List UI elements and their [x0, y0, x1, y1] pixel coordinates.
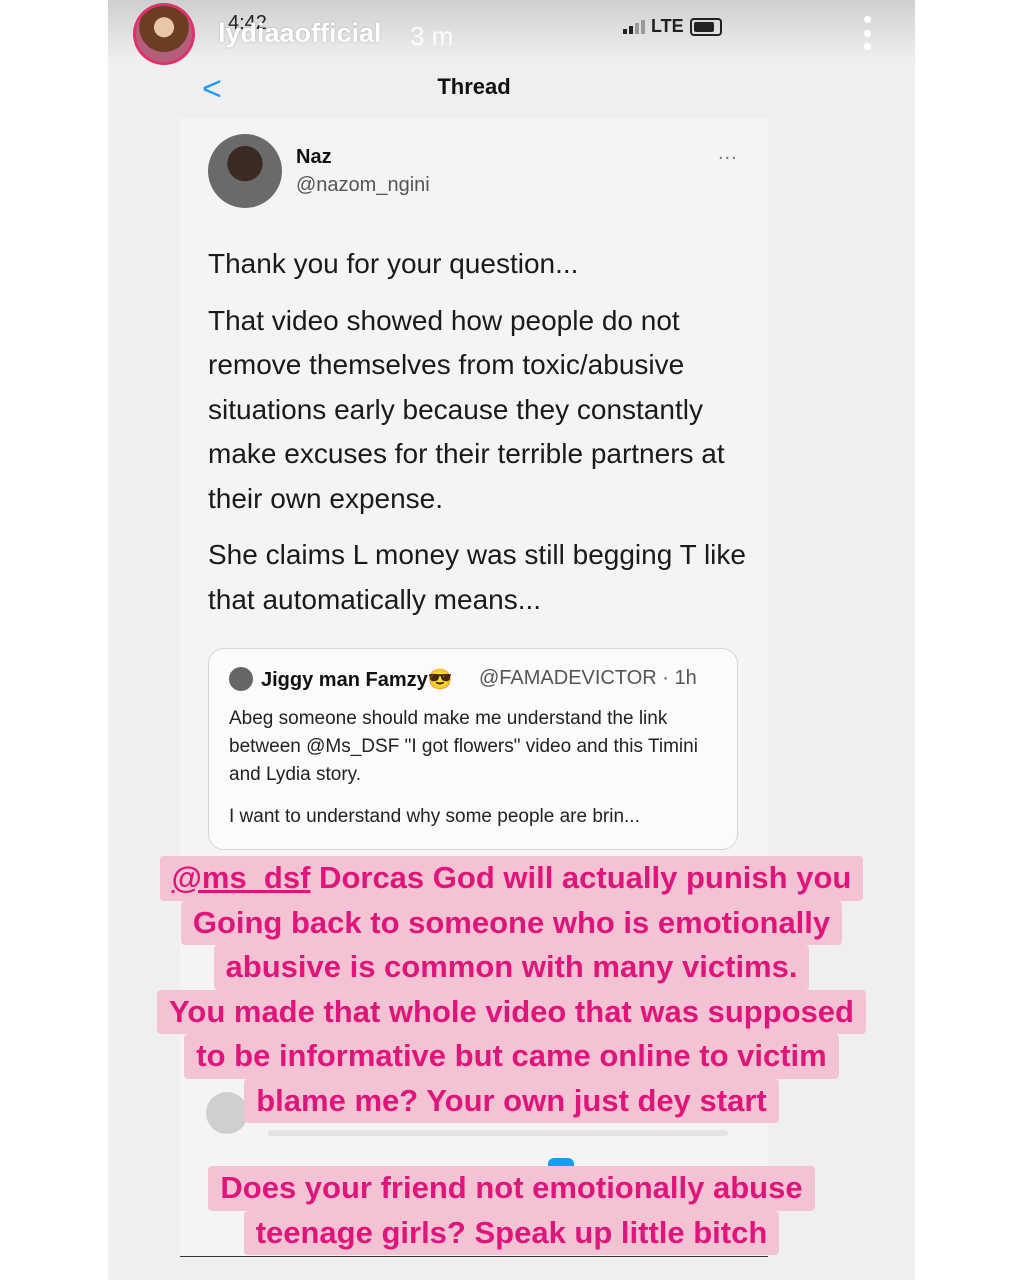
story-username[interactable]: lydiaaofficial [218, 18, 382, 49]
battery-icon [689, 17, 722, 36]
caption-line: teenage girls? Speak up little bitch [243, 1210, 780, 1255]
quoted-author-handle: @FAMADEVICTOR · 1h [479, 667, 697, 689]
bottom-divider [180, 1256, 768, 1257]
quoted-tweet[interactable]: Jiggy man Famzy😎 @FAMADEVICTOR · 1h Abeg… [208, 648, 738, 850]
caption-line: abusive is common with many victims. [213, 945, 810, 990]
tweet-author-avatar[interactable] [208, 134, 282, 208]
instagram-story: 4:42 lydiaaofficial 3 m LTE < Thread Naz… [108, 0, 915, 1280]
signal-bars-icon [623, 19, 645, 34]
caption-line: blame me? Your own just dey start [244, 1078, 779, 1123]
ellipsis-icon[interactable]: ... [718, 142, 738, 165]
quoted-tweet-body: Abeg someone should make me understand t… [229, 705, 729, 845]
reply-action-icon [548, 1158, 574, 1166]
caption-mention[interactable]: @ms_dsf [172, 860, 311, 895]
caption-line: Going back to someone who is emotionally [180, 900, 843, 945]
caption-line: @ms_dsf Dorcas God will actually punish … [159, 856, 864, 901]
thread-header: < Thread [180, 62, 768, 119]
caption-line: You made that whole video that was suppo… [157, 989, 866, 1034]
status-indicators: LTE [623, 16, 722, 37]
tweet-paragraph: She claims L money was still begging T l… [208, 539, 746, 615]
tweet-body: Thank you for your question... That vide… [208, 242, 748, 634]
reply-divider [268, 1130, 728, 1136]
tweet-paragraph: That video showed how people do not remo… [208, 304, 725, 514]
caption-line: to be informative but came online to vic… [184, 1034, 839, 1079]
story-time-ago: 3 m [410, 21, 454, 51]
quoted-paragraph: Abeg someone should make me understand t… [229, 708, 698, 785]
avatar-photo [136, 6, 192, 62]
story-caption-2: Does your friend not emotionally abuse t… [108, 1166, 915, 1255]
quoted-author-name: Jiggy man Famzy😎 [261, 669, 453, 691]
caption-line: Does your friend not emotionally abuse [208, 1166, 815, 1211]
quoted-author-avatar [229, 667, 253, 691]
story-avatar[interactable] [133, 3, 195, 65]
network-label: LTE [651, 16, 684, 36]
tweet-paragraph: Thank you for your question... [208, 248, 579, 279]
thread-title: Thread [437, 74, 511, 99]
vertical-dots-icon[interactable] [860, 16, 874, 50]
tweet-author-handle[interactable]: @nazom_ngini [296, 174, 430, 197]
story-caption-1: @ms_dsf Dorcas God will actually punish … [108, 856, 915, 1123]
tweet-author-name[interactable]: Naz [296, 146, 332, 169]
caption-text: Dorcas God will actually punish you [310, 860, 852, 895]
quoted-paragraph: I want to understand why some people are… [229, 806, 640, 827]
